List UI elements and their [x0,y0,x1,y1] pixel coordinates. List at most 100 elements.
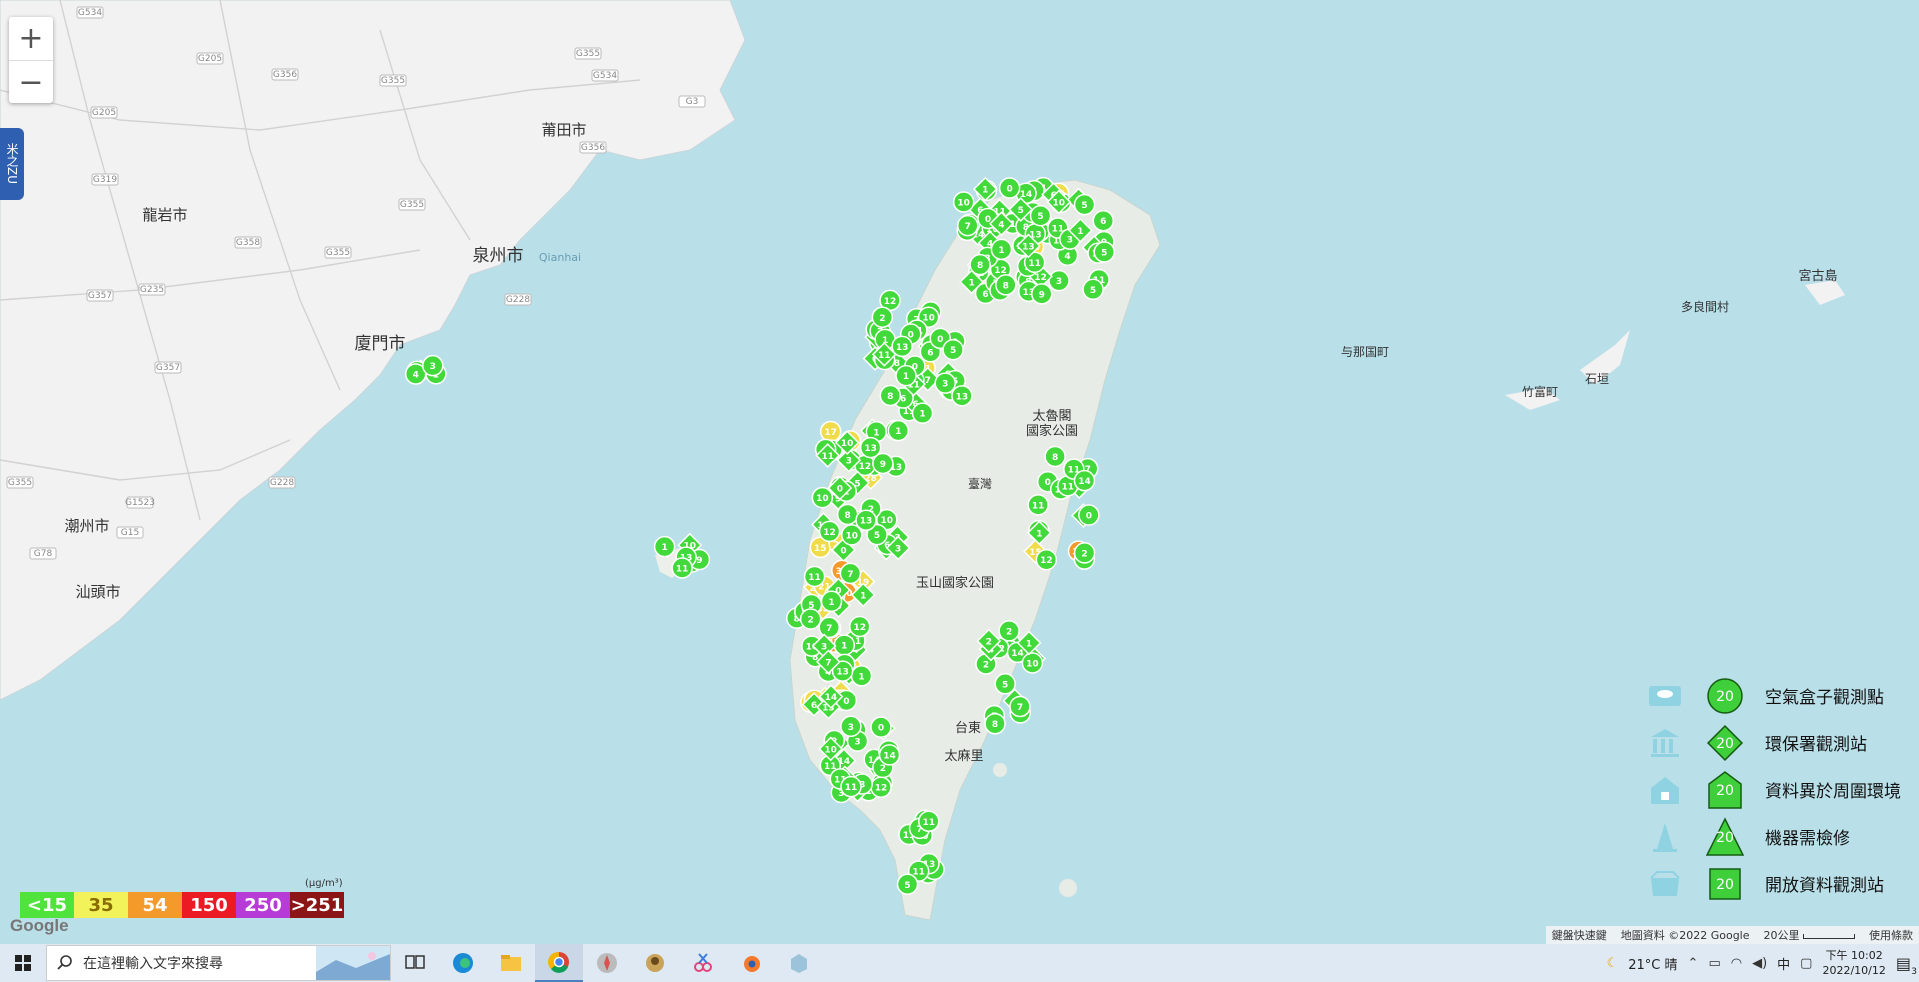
airbox-marker[interactable]: 3 [1048,269,1070,292]
svg-text:12: 12 [823,528,836,538]
road-label: G534 [591,69,619,82]
ime-mode-icon[interactable]: ▢ [1800,956,1812,971]
airbox-marker[interactable]: 1 [895,364,917,387]
svg-text:4: 4 [1064,252,1070,262]
airbox-marker[interactable]: 13 [891,335,913,358]
airbox-marker[interactable]: 1 [653,535,676,558]
airbox-marker[interactable]: 5 [896,873,919,896]
airbox-marker[interactable]: 11 [803,565,826,588]
airbox-marker[interactable]: 0 [1078,504,1100,526]
airbox-marker[interactable]: 0 [870,716,892,738]
airbox-marker[interactable]: 10 [811,486,834,509]
start-button[interactable] [0,944,46,982]
airbox-marker[interactable]: 5 [1029,204,1052,227]
road-label: G358 [234,236,262,249]
airbox-marker[interactable]: 5 [942,338,964,361]
airbox-marker[interactable]: 17 [819,420,842,443]
airbox-marker[interactable]: 12 [1035,548,1058,571]
svg-text:8: 8 [1052,453,1058,463]
ime-indicator[interactable]: 中 [1777,954,1790,973]
svg-text:1: 1 [919,410,925,420]
snipping-icon[interactable] [679,944,727,982]
airbox-marker[interactable]: 11 [918,810,940,833]
orchid-island [1059,879,1077,897]
airbox-marker[interactable]: 3 [422,354,444,377]
airbox-marker[interactable]: 2 [799,608,822,630]
airbox-marker[interactable]: 1 [820,590,843,613]
keyboard-shortcuts-link[interactable]: 鍵盤快速鍵 [1552,927,1607,943]
taskbar-search[interactable]: 在這裡輸入文字來搜尋 [46,945,391,981]
airbox-marker[interactable]: 11 [1027,494,1049,516]
airbox-marker[interactable]: 10 [1021,652,1044,674]
zoom-out-button[interactable]: − [9,60,53,104]
chevron-up-icon[interactable]: ⌃ [1688,956,1699,971]
airbox-marker[interactable]: 1 [850,665,873,687]
network-icon[interactable]: ◠ [1731,956,1742,971]
airbox-marker[interactable]: 13 [951,385,973,407]
box-app-icon[interactable] [775,944,823,982]
airbox-marker[interactable]: 1 [990,238,1013,261]
airbox-marker[interactable]: 8 [969,253,991,276]
map-canvas[interactable]: 莆田市龍岩市泉州市 Qianhai 廈門市潮州市汕頭市 太魯閣國家公園臺灣玉山國家公園… [0,0,1919,944]
svg-text:7: 7 [1017,703,1023,713]
airbox-marker[interactable]: 5 [1082,278,1104,301]
airbox-marker[interactable]: 1 [911,402,934,424]
airbox-marker[interactable]: 8 [836,503,859,526]
airbox-marker[interactable]: 6 [1092,209,1115,232]
svg-text:7: 7 [826,624,832,634]
terms-link[interactable]: 使用條款 [1869,927,1913,943]
airbox-marker[interactable]: 14 [878,744,901,766]
notification-icon[interactable]: ▤ 3 [1896,954,1917,977]
airbox-marker[interactable]: 8 [879,384,902,407]
blender-icon[interactable] [727,944,775,982]
airbox-marker[interactable]: 7 [1009,695,1031,718]
task-view-icon[interactable] [391,944,439,982]
svg-text:10: 10 [922,314,935,324]
airbox-marker[interactable]: 12 [870,776,892,798]
svg-text:9: 9 [880,460,886,470]
airbox-marker[interactable]: 2 [1073,542,1096,564]
airbox-marker[interactable]: 1 [887,419,910,442]
airbox-marker[interactable]: 11 [840,775,862,798]
svg-text:14: 14 [883,751,896,761]
weather-text[interactable]: 21°C 晴 [1628,954,1677,973]
airbox-marker[interactable]: 3 [934,372,956,394]
airbox-marker[interactable]: 9 [872,452,894,475]
compass-app-icon[interactable] [583,944,631,982]
side-panel-tab[interactable]: 米之ZU [0,128,24,200]
airbox-marker[interactable]: 8 [995,274,1017,296]
clock[interactable]: 下午 10:02 2022/10/12 [1822,948,1885,978]
airbox-marker[interactable]: 7 [957,214,979,237]
airbox-marker[interactable]: 3 [840,715,862,738]
airbox-marker[interactable]: 10 [840,524,863,546]
airbox-marker[interactable]: 10 [952,191,975,213]
airbox-marker[interactable]: 1 [833,634,856,656]
svg-text:0: 0 [1045,478,1051,488]
svg-text:G205: G205 [92,108,116,118]
edge-icon[interactable] [439,944,487,982]
svg-text:12: 12 [875,784,888,794]
zoom-in-button[interactable]: + [9,17,53,60]
airbox-marker[interactable]: 5 [1073,193,1096,216]
road-label: G228 [504,293,532,306]
game-app-icon[interactable] [631,944,679,982]
airbox-marker[interactable]: 8 [1044,445,1066,468]
airbox-marker[interactable]: 8 [984,712,1006,735]
airbox-marker[interactable]: 5 [994,673,1016,695]
airbox-marker[interactable]: 7 [839,562,862,585]
weather-moon-icon[interactable]: ☾ [1607,956,1619,971]
airbox-marker[interactable]: 7 [818,616,840,639]
chrome-icon[interactable] [535,944,583,982]
airbox-marker[interactable]: 5 [1093,241,1115,263]
airbox-marker[interactable]: 2 [871,306,894,329]
airbox-marker[interactable]: 9 [1031,283,1053,305]
volume-icon[interactable]: ◀) [1752,956,1767,971]
airbox-marker[interactable]: 11 [671,557,693,579]
battery-icon[interactable]: ▭ [1708,956,1720,971]
airbox-marker[interactable]: 12 [818,520,841,543]
file-explorer-icon[interactable] [487,944,535,982]
airbox-marker[interactable]: 0 [998,177,1021,199]
svg-text:10: 10 [1053,198,1066,208]
airbox-marker[interactable]: 14 [1073,469,1096,492]
airbox-marker[interactable]: 12 [848,615,871,638]
